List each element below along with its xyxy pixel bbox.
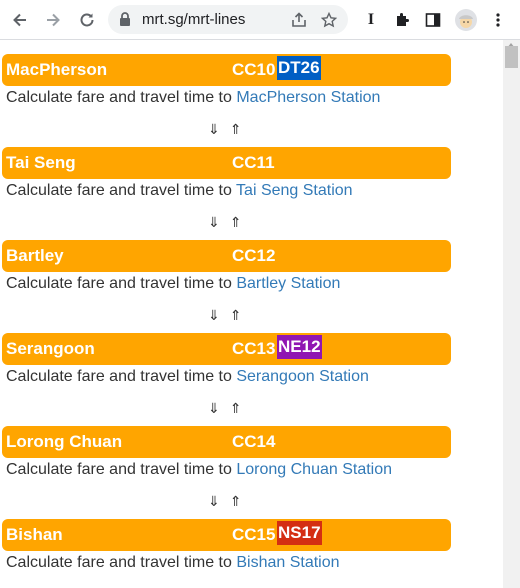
station-header-bar: MacPherson CC10 DT26	[2, 54, 451, 86]
reload-button[interactable]	[75, 8, 99, 32]
arrow-down-icon[interactable]: ⇓	[208, 307, 220, 324]
station-header-bar: Tai Seng CC11	[2, 147, 451, 179]
lock-icon	[120, 12, 130, 26]
direction-arrows: ⇓ ⇑	[208, 400, 251, 417]
station-code-cc: CC12	[232, 246, 276, 265]
station-header-bar: Serangoon CC13 NE12	[2, 333, 451, 365]
arrow-up-icon[interactable]: ⇑	[230, 400, 242, 417]
station-fare-link[interactable]: Serangoon Station	[236, 368, 369, 385]
fare-prefix: Calculate fare and travel time to	[6, 182, 232, 199]
fare-prefix: Calculate fare and travel time to	[6, 89, 232, 106]
arrow-down-icon[interactable]: ⇓	[208, 214, 220, 231]
profile-avatar[interactable]	[455, 9, 477, 31]
fare-line: Calculate fare and travel time to Bartle…	[6, 275, 340, 293]
kebab-menu-icon	[496, 13, 500, 27]
station-fare-link[interactable]: MacPherson Station	[236, 89, 380, 106]
arrow-down-icon[interactable]: ⇓	[208, 400, 220, 417]
browser-menu-button[interactable]	[487, 9, 509, 31]
station-header-bar: Bartley CC12	[2, 240, 451, 272]
direction-arrows: ⇓ ⇑	[208, 307, 251, 324]
reload-icon	[80, 13, 94, 27]
back-button[interactable]	[8, 8, 32, 32]
arrow-right-icon	[47, 13, 60, 27]
direction-arrows: ⇓ ⇑	[208, 121, 251, 138]
share-icon	[292, 12, 306, 27]
fare-line: Calculate fare and travel time to Bishan…	[6, 554, 340, 572]
url-text: mrt.sg/mrt-lines	[142, 11, 246, 28]
arrow-up-icon[interactable]: ⇑	[230, 493, 242, 510]
arrow-up-icon[interactable]: ⇑	[230, 121, 242, 138]
station-code-cc: CC11	[232, 153, 275, 172]
interchange-code-dt: DT26	[277, 56, 321, 80]
interchange-code-ne: NE12	[277, 335, 322, 359]
arrow-down-icon[interactable]: ⇓	[208, 493, 220, 510]
station-fare-link[interactable]: Bishan Station	[236, 554, 339, 571]
mrt-line-page: MacPherson CC10 DT26 Calculate fare and …	[0, 40, 503, 588]
direction-arrows: ⇓ ⇑	[208, 214, 251, 231]
station-name: Lorong Chuan	[6, 432, 123, 451]
scrollbar-thumb[interactable]	[505, 46, 518, 68]
page-scrollbar[interactable]	[503, 40, 520, 588]
browser-toolbar: mrt.sg/mrt-lines I	[0, 0, 520, 40]
text-cursor-icon: I	[367, 11, 375, 28]
fare-line: Calculate fare and travel time to Serang…	[6, 368, 369, 386]
reader-extension-button[interactable]: I	[360, 9, 382, 31]
fare-prefix: Calculate fare and travel time to	[6, 368, 232, 385]
interchange-code-ns: NS17	[277, 521, 322, 545]
bookmark-star-button[interactable]	[319, 10, 339, 30]
side-panel-icon	[425, 13, 441, 27]
extensions-button[interactable]	[391, 9, 413, 31]
station-name: Bishan	[6, 525, 63, 544]
station-header-bar: Lorong Chuan CC14	[2, 426, 451, 458]
station-fare-link[interactable]: Lorong Chuan Station	[236, 461, 392, 478]
station-name: Serangoon	[6, 339, 95, 358]
avatar-icon	[459, 15, 473, 28]
fare-prefix: Calculate fare and travel time to	[6, 275, 232, 292]
fare-line: Calculate fare and travel time to Lorong…	[6, 461, 392, 479]
station-fare-link[interactable]: Tai Seng Station	[236, 182, 353, 199]
direction-arrows: ⇓ ⇑	[208, 493, 251, 510]
station-fare-link[interactable]: Bartley Station	[236, 275, 340, 292]
puzzle-icon	[397, 13, 409, 26]
station-code-cc: CC10	[232, 60, 276, 79]
station-name: Bartley	[6, 246, 64, 265]
station-header-bar: Bishan CC15 NS17	[2, 519, 451, 551]
station-name: Tai Seng	[6, 153, 76, 172]
station-code-cc: CC15	[232, 525, 276, 544]
fare-prefix: Calculate fare and travel time to	[6, 461, 232, 478]
share-button[interactable]	[289, 10, 309, 30]
fare-prefix: Calculate fare and travel time to	[6, 554, 232, 571]
station-code-cc: CC13	[232, 339, 276, 358]
arrow-down-icon[interactable]: ⇓	[208, 121, 220, 138]
arrow-up-icon[interactable]: ⇑	[230, 214, 242, 231]
station-name: MacPherson	[6, 60, 108, 79]
address-bar[interactable]: mrt.sg/mrt-lines	[108, 5, 348, 34]
arrow-up-icon[interactable]: ⇑	[230, 307, 242, 324]
fare-line: Calculate fare and travel time to MacPhe…	[6, 89, 380, 107]
side-panel-button[interactable]	[422, 9, 444, 31]
forward-button[interactable]	[41, 8, 65, 32]
fare-line: Calculate fare and travel time to Tai Se…	[6, 182, 353, 200]
station-code-cc: CC14	[232, 432, 276, 451]
arrow-left-icon	[13, 13, 26, 27]
star-icon	[321, 12, 337, 28]
